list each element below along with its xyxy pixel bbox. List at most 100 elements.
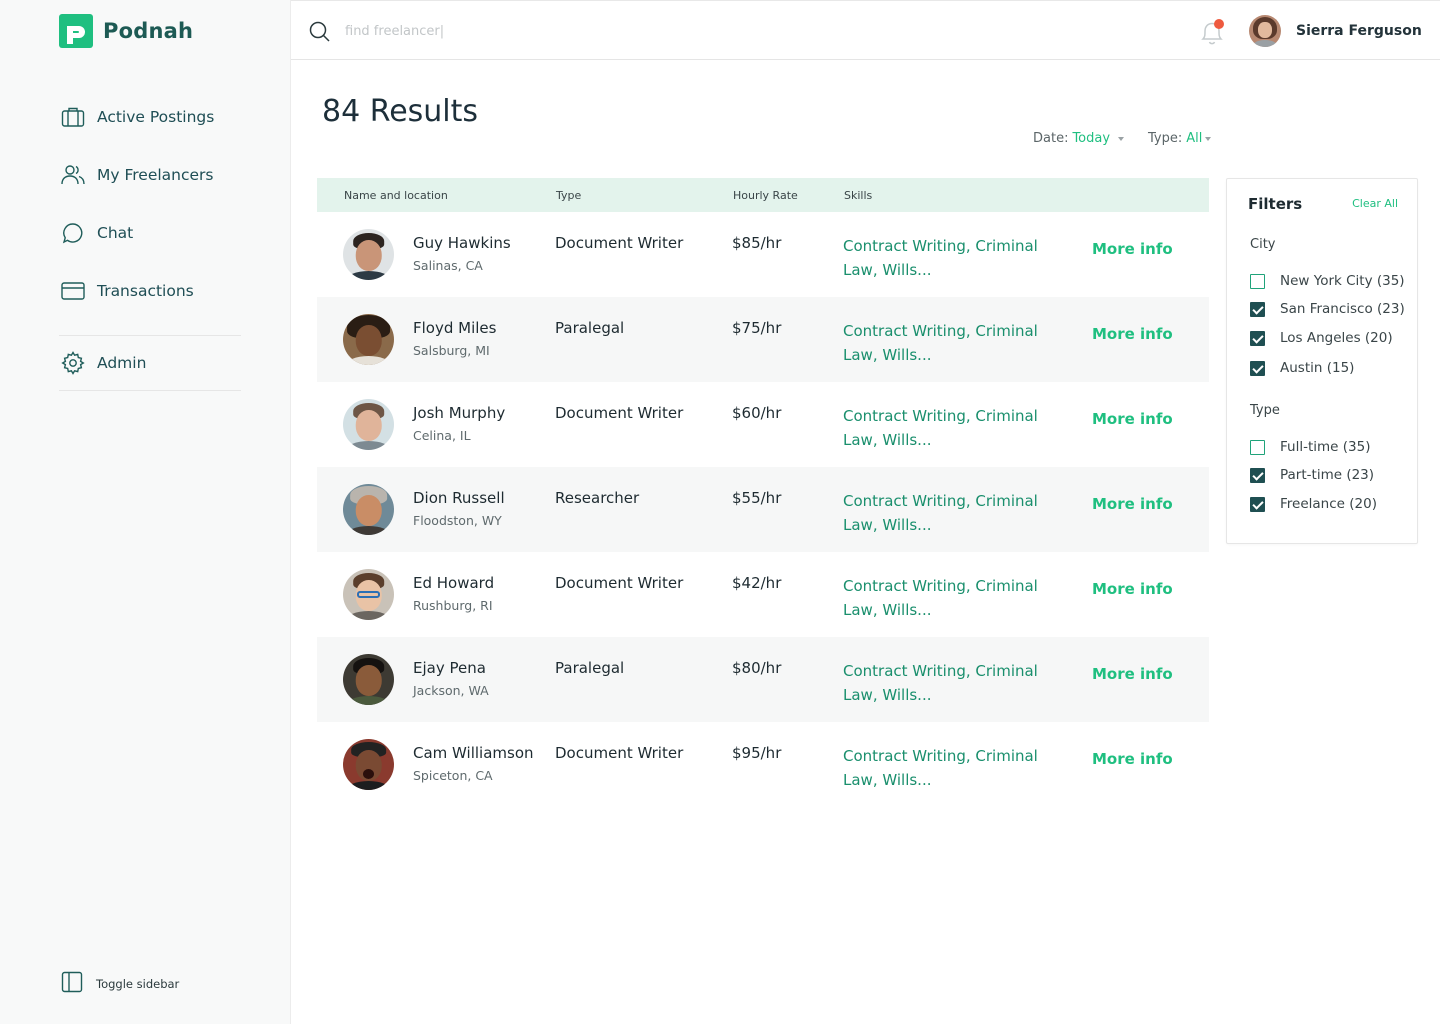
date-sort-dropdown[interactable]: Date: Today [1033,131,1125,146]
table-header: Name and location Type Hourly Rate Skill… [317,178,1209,212]
sidebar-item-label: Admin [97,354,147,372]
avatar [343,569,394,620]
chat-bubble-icon [60,220,86,246]
search-input[interactable] [345,19,745,43]
freelancer-name: Josh Murphy [413,404,506,422]
hourly-rate: $55/hr [732,489,782,507]
toggle-sidebar-label: Toggle sidebar [96,977,180,991]
avatar [1249,15,1281,47]
type-sort-value: All [1186,131,1203,146]
hourly-rate: $80/hr [732,659,782,677]
checkbox[interactable] [1250,496,1265,512]
column-header-type: Type [556,189,582,202]
type-sort-label: Type: [1148,131,1183,146]
sidebar-item-chat[interactable]: Chat [59,204,241,262]
sidebar-item-active-postings[interactable]: Active Postings [59,88,241,146]
filter-option-label: Freelance (20) [1280,496,1377,512]
freelancer-type: Researcher [555,489,640,507]
date-sort-label: Date: [1033,131,1069,146]
freelancer-location: Salsburg, MI [413,343,490,358]
filters-panel: Filters Clear All City New York City (35… [1226,178,1418,544]
column-header-rate: Hourly Rate [733,189,798,202]
table-row[interactable]: Josh Murphy Celina, IL Document Writer $… [317,382,1209,467]
filter-option-san-francisco[interactable]: San Francisco (23) [1250,301,1405,317]
clear-all-button[interactable]: Clear All [1352,197,1398,210]
hourly-rate: $42/hr [732,574,782,592]
skills: Contract Writing, Criminal Law, Wills... [843,407,1038,449]
freelancer-name: Ejay Pena [413,659,486,677]
hourly-rate: $60/hr [732,404,782,422]
top-bar: Sierra Ferguson [291,0,1440,60]
filter-option-los-angeles[interactable]: Los Angeles (20) [1250,330,1393,346]
logo[interactable]: Podnah [59,14,193,48]
hourly-rate: $75/hr [732,319,782,337]
freelancer-type: Document Writer [555,404,684,422]
user-menu[interactable]: Sierra Ferguson [1249,15,1422,47]
checkbox[interactable] [1250,330,1265,346]
more-info-link[interactable]: More info [1092,495,1173,513]
sidebar-item-admin[interactable]: Admin [59,336,241,390]
sidebar: Podnah Active Postings My Freelancers Ch… [0,0,291,1024]
freelancer-type: Document Writer [555,574,684,592]
avatar [343,484,394,535]
table-row[interactable]: Ejay Pena Jackson, WA Paralegal $80/hr C… [317,637,1209,722]
chevron-down-icon [1205,136,1212,141]
filter-option-austin[interactable]: Austin (15) [1250,360,1354,376]
sidebar-nav: Active Postings My Freelancers Chat Tran… [59,88,241,391]
freelancer-location: Celina, IL [413,428,471,443]
checkbox[interactable] [1250,301,1265,317]
sidebar-item-label: Chat [97,224,134,242]
checkbox[interactable] [1250,360,1265,376]
table-row[interactable]: Ed Howard Rushburg, RI Document Writer $… [317,552,1209,637]
freelancer-location: Spiceton, CA [413,768,493,783]
logo-icon [59,14,93,48]
avatar [343,229,394,280]
sidebar-item-my-freelancers[interactable]: My Freelancers [59,146,241,204]
filter-option-label: Part-time (23) [1280,467,1375,483]
gear-icon [60,350,86,376]
checkbox[interactable] [1250,467,1265,483]
sidebar-item-label: Transactions [97,282,194,300]
filter-option-label: Los Angeles (20) [1280,330,1393,346]
city-filter-label: City [1250,237,1276,252]
more-info-link[interactable]: More info [1092,580,1173,598]
freelancer-name: Ed Howard [413,574,495,592]
more-info-link[interactable]: More info [1092,410,1173,428]
checkbox[interactable] [1250,273,1265,289]
more-info-link[interactable]: More info [1092,665,1173,683]
filter-option-new-york-city[interactable]: New York City (35) [1250,273,1405,289]
filter-option-part-time[interactable]: Part-time (23) [1250,467,1374,483]
page-title: 84 Results [322,94,479,129]
table-row[interactable]: Cam Williamson Spiceton, CA Document Wri… [317,722,1209,807]
skills: Contract Writing, Criminal Law, Wills... [843,662,1038,704]
table-row[interactable]: Floyd Miles Salsburg, MI Paralegal $75/h… [317,297,1209,382]
skills: Contract Writing, Criminal Law, Wills... [843,237,1038,279]
freelancer-name: Cam Williamson [413,744,534,762]
more-info-link[interactable]: More info [1092,750,1173,768]
freelancer-type: Paralegal [555,659,625,677]
sidebar-item-transactions[interactable]: Transactions [59,262,241,320]
filter-option-label: New York City (35) [1280,273,1405,289]
checkbox[interactable] [1250,439,1265,455]
freelancer-type: Paralegal [555,319,625,337]
toggle-sidebar-button[interactable]: Toggle sidebar [61,971,179,997]
more-info-link[interactable]: More info [1092,325,1173,343]
date-sort-value: Today [1072,131,1111,146]
skills: Contract Writing, Criminal Law, Wills... [843,747,1038,789]
search-icon[interactable] [309,21,330,46]
freelancer-location: Salinas, CA [413,258,483,273]
sidebar-item-label: Active Postings [97,108,215,126]
freelancer-type: Document Writer [555,234,684,252]
filter-option-label: Full-time (35) [1280,439,1371,455]
avatar [343,654,394,705]
briefcase-icon [60,104,86,130]
notification-badge [1214,19,1224,29]
more-info-link[interactable]: More info [1092,240,1173,258]
table-row[interactable]: Dion Russell Floodston, WY Researcher $5… [317,467,1209,552]
type-filter-label: Type [1250,403,1280,418]
filter-option-freelance[interactable]: Freelance (20) [1250,496,1377,512]
freelancer-table: Name and location Type Hourly Rate Skill… [317,178,1209,807]
table-row[interactable]: Guy Hawkins Salinas, CA Document Writer … [317,212,1209,297]
filter-option-full-time[interactable]: Full-time (35) [1250,439,1370,455]
type-sort-dropdown[interactable]: Type: All [1148,131,1212,146]
